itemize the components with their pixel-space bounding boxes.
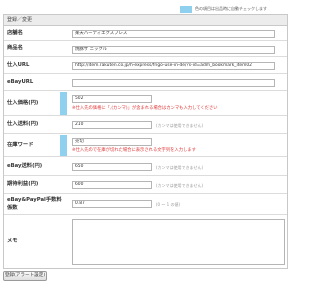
fee-rate-input[interactable]: 0.87 [72, 200, 152, 208]
purchase-url-label: 仕入URL [7, 61, 30, 68]
expected-profit-input[interactable]: 600 [72, 181, 152, 189]
purchase-shipping-input[interactable]: 210 [72, 121, 152, 129]
purchase-url-input[interactable]: http://item.rakuten.co.jp/h-express/frig… [72, 62, 275, 70]
row-shop-name: 店舗名 楽天ハーティエクスプレス [4, 27, 287, 41]
row-expected-profit: 期待利益(円) 600 (カンマは使用できません) [4, 177, 287, 194]
row-ebay-shipping: eBay送料(円) 650 (カンマは使用できません) [4, 158, 287, 176]
row-purchase-price: 仕入価格(円) 502 ※仕入先の価格に「,(カンマ)」が含まれる場合はカンマも… [4, 92, 287, 116]
memo-textarea[interactable] [72, 219, 285, 265]
stock-word-error: ※仕入先ので在庫が切れた場合に表示される文字列を入力します [72, 148, 196, 153]
row-purchase-url: 仕入URL http://item.rakuten.co.jp/h-expres… [4, 58, 287, 74]
submit-button[interactable]: 登録(アラート設定) [3, 271, 47, 281]
auto-check-marker [60, 135, 67, 156]
fee-rate-label: eBay&PayPal手数料係数 [7, 197, 62, 211]
row-fee-rate: eBay&PayPal手数料係数 0.87 (0 ～ 1 の値) [4, 195, 287, 215]
legend-text: 色の項目は出品時に自動チェックします [195, 6, 267, 11]
edit-form-panel: 登録／変更 店舗名 楽天ハーティエクスプレス 商品名 焼豚ザ ニックル 仕入UR… [3, 14, 288, 269]
auto-check-marker [60, 92, 67, 115]
fee-rate-note: (0 ～ 1 の値) [156, 202, 181, 207]
ebay-url-input[interactable] [72, 79, 275, 87]
shop-name-label: 店舗名 [7, 29, 23, 36]
expected-profit-note: (カンマは使用できません) [156, 183, 204, 188]
ebay-shipping-note: (カンマは使用できません) [156, 165, 204, 170]
purchase-price-label: 仕入価格(円) [7, 99, 39, 106]
row-ebay-url: eBayURL [4, 75, 287, 91]
legend-color-swatch [180, 5, 192, 13]
memo-label: メモ [7, 238, 18, 245]
shop-name-input[interactable]: 楽天ハーティエクスプレス [72, 30, 275, 38]
ebay-url-label: eBayURL [7, 78, 34, 85]
purchase-shipping-note: (カンマは使用できません) [156, 123, 204, 128]
stock-word-label: 在庫ワード [7, 141, 34, 148]
ebay-shipping-input[interactable]: 650 [72, 163, 152, 171]
purchase-shipping-label: 仕入送料(円) [7, 121, 39, 128]
legend: 色の項目は出品時に自動チェックします [180, 5, 298, 13]
panel-title: 登録／変更 [4, 15, 287, 26]
product-name-label: 商品名 [7, 45, 23, 52]
stock-word-input[interactable]: 売切 [72, 138, 152, 146]
purchase-price-input[interactable]: 502 [72, 95, 152, 103]
row-purchase-shipping: 仕入送料(円) 210 (カンマは使用できません) [4, 117, 287, 134]
row-memo: メモ [4, 216, 287, 268]
purchase-price-error: ※仕入先の価格に「,(カンマ)」が含まれる場合はカンマも入力してください [72, 106, 218, 111]
product-name-input[interactable]: 焼豚ザ ニックル [72, 46, 275, 54]
row-product-name: 商品名 焼豚ザ ニックル [4, 42, 287, 57]
row-stock-word: 在庫ワード 売切 ※仕入先ので在庫が切れた場合に表示される文字列を入力します [4, 135, 287, 157]
ebay-shipping-label: eBay送料(円) [7, 162, 43, 169]
expected-profit-label: 期待利益(円) [7, 181, 39, 188]
